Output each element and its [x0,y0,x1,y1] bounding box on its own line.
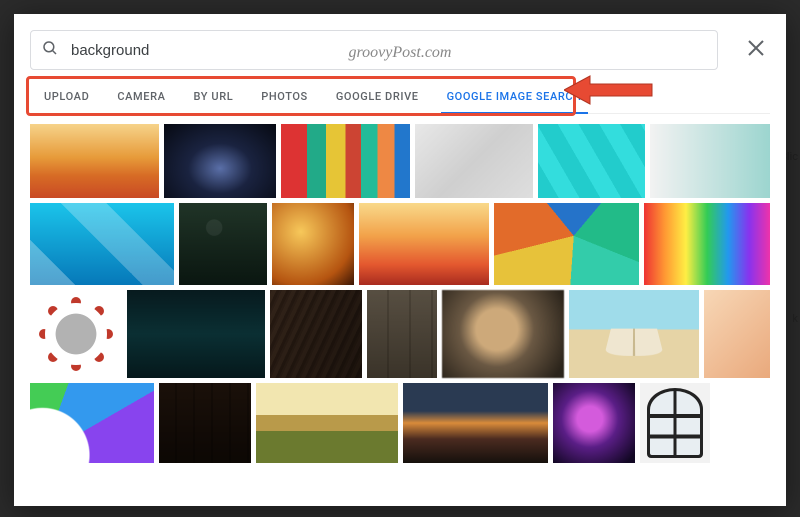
result-dark-matrix[interactable] [127,290,265,378]
result-galaxy-night-sky[interactable] [164,124,276,198]
result-colorful-squares[interactable] [281,124,410,198]
result-rainbow-arc[interactable] [30,383,154,463]
tabs-container: UPLOAD CAMERA BY URL PHOTOS GOOGLE DRIVE GOOG… [30,80,770,114]
results-row-2 [30,203,770,285]
insert-image-dialog: groovyPost.com UPLOADCAMERABY URLPHOTOSG… [14,14,786,506]
tab-label: UPLOAD [44,90,89,103]
tab-google-image-search[interactable]: GOOGLE IMAGE SEARCH [433,80,596,113]
results-row-3 [30,290,770,378]
result-wood-diagonal[interactable] [270,290,362,378]
tab-label: PHOTOS [261,90,308,103]
search-icon [41,39,59,61]
close-button[interactable] [742,36,770,64]
tab-photos[interactable]: PHOTOS [247,80,322,113]
tab-camera[interactable]: CAMERA [103,80,179,113]
close-icon [747,38,765,63]
result-rainbow-lowpoly[interactable] [494,203,639,285]
tab-label: GOOGLE IMAGE SEARCH [447,90,582,103]
result-grey-soft[interactable] [415,124,532,198]
result-wheat-field[interactable] [256,383,398,463]
peek-text-2: k [792,312,798,325]
tab-label: BY URL [194,90,234,103]
result-purple-cosmos[interactable] [553,383,635,463]
result-dark-wood-planks[interactable] [159,383,251,463]
tab-label: GOOGLE DRIVE [336,90,419,103]
result-blue-rays[interactable] [30,203,174,285]
search-input[interactable] [71,42,707,59]
image-results-grid [14,114,786,506]
result-teal-triangles[interactable] [538,124,645,198]
result-arched-window[interactable] [640,383,710,463]
results-row-1 [30,124,770,198]
result-teal-gradient[interactable] [650,124,770,198]
result-dusk-mountains[interactable] [403,383,548,463]
result-orange-sunset[interactable] [359,203,489,285]
tab-by-url[interactable]: BY URL [180,80,248,113]
tab-google-drive[interactable]: GOOGLE DRIVE [322,80,433,113]
tabs-row: UPLOAD CAMERA BY URL PHOTOS GOOGLE DRIVE GOOG… [30,80,770,114]
search-field-wrap[interactable] [30,30,718,70]
results-row-4 [30,383,770,463]
result-amber-glow[interactable] [272,203,354,285]
result-rainbow-stripes[interactable] [644,203,770,285]
result-grey-planks[interactable] [367,290,437,378]
result-orange-clouds[interactable] [30,124,159,198]
tab-upload[interactable]: UPLOAD [30,80,103,113]
result-dark-floral[interactable] [179,203,267,285]
result-covid-virus[interactable] [30,290,122,378]
result-peach-soft[interactable] [704,290,770,378]
dialog-header [14,14,786,70]
tab-label: CAMERA [117,90,165,103]
result-bokeh-blur[interactable] [442,290,564,378]
result-open-book[interactable] [569,290,699,378]
